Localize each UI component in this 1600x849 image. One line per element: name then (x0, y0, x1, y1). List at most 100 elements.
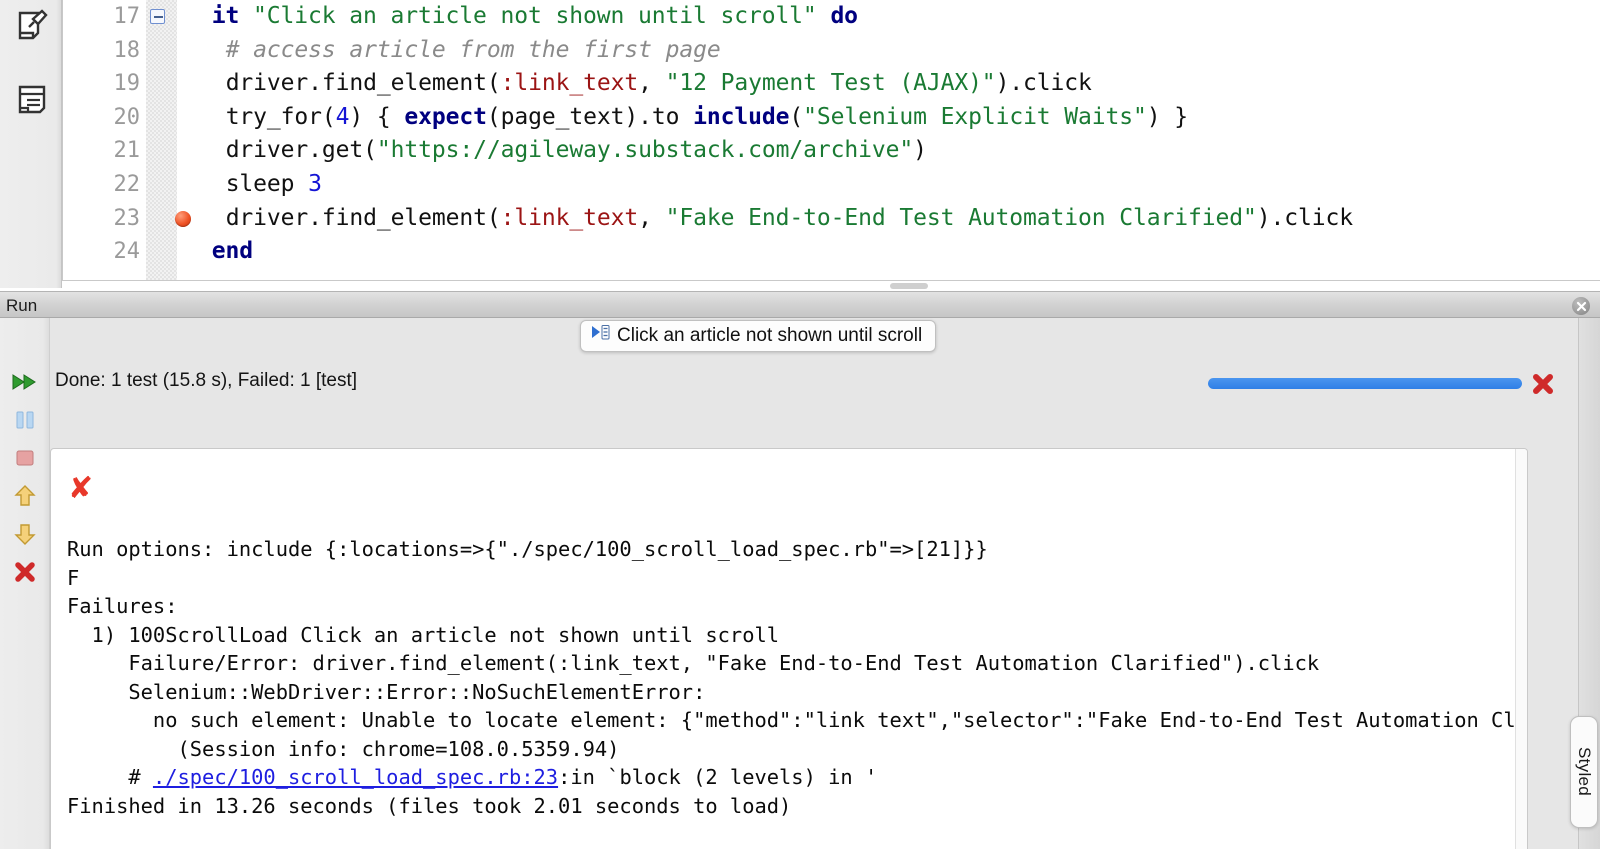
code-line[interactable]: 23 driver.find_element(:link_text, "Fake … (62, 202, 1600, 236)
output-line: (Session info: chrome=108.0.5359.94) (67, 736, 620, 761)
editor-left-toolbar (0, 0, 62, 288)
code-token: do (830, 3, 858, 29)
code-token: "Selenium Explicit Waits" (803, 103, 1147, 130)
styled-tool-tab[interactable]: Styled (1570, 716, 1598, 828)
output-line-prefix: # (67, 765, 153, 789)
output-line: Selenium::WebDriver::Error::NoSuchElemen… (67, 679, 706, 704)
output-vertical-scrollbar[interactable] (1515, 449, 1527, 849)
code-line-text: driver.get("https://agileway.substack.co… (226, 134, 927, 168)
code-token: expect (404, 103, 487, 130)
pause-icon[interactable] (9, 404, 41, 436)
next-failure-icon[interactable] (9, 518, 41, 550)
code-line[interactable]: 24 end (62, 235, 1600, 269)
code-line-text: driver.find_element(:link_text, "Fake En… (226, 202, 1353, 236)
test-output-text: Run options: include {:locations=>{"./sp… (67, 535, 1527, 820)
code-line-text: # access article from the first page (226, 34, 721, 68)
code-token: "Fake End-to-End Test Automation Clarifi… (665, 204, 1257, 231)
code-line[interactable]: 20 try_for(4) { expect(page_text).to incl… (62, 101, 1600, 135)
run-toolbar (0, 318, 50, 849)
editor-bottom-divider (62, 280, 1600, 291)
run-test-icon (591, 324, 610, 347)
code-token: ) (913, 137, 927, 164)
code-token: (page_text).to (486, 103, 694, 130)
code-token: "Click an article not shown until scroll… (253, 3, 817, 29)
code-token: :link_text (500, 70, 639, 97)
code-token: it (211, 3, 240, 29)
run-status-text: Done: 1 test (15.8 s), Failed: 1 [test] (55, 370, 358, 391)
editor-horizontal-scrollbar[interactable] (890, 283, 928, 289)
code-token: sleep (225, 170, 309, 197)
run-panel-titlebar: Run (0, 291, 1600, 318)
run-panel-title: Run (6, 296, 38, 315)
code-token: # access article from the first page (225, 36, 721, 63)
run-progress-fill (1208, 378, 1522, 389)
line-number: 24 (113, 239, 141, 265)
output-line: 1) 100ScrollLoad Click an article not sh… (67, 622, 780, 647)
fold-collapse-icon[interactable] (150, 9, 165, 24)
run-progress-bar (1208, 378, 1522, 389)
code-line-text: end (212, 235, 253, 269)
code-token: ).click (995, 70, 1092, 97)
code-token: 4 (335, 103, 350, 130)
output-line-suffix: :in `block (2 levels) in ' (558, 765, 878, 789)
code-line[interactable]: 22 sleep 3 (62, 168, 1600, 202)
code-token: , (638, 70, 666, 97)
code-editor[interactable]: 17 it "Click an article not shown until s… (62, 0, 1600, 280)
code-token: , (638, 204, 666, 231)
code-token: driver.find_element( (225, 204, 501, 231)
code-token: :link_text (500, 204, 639, 231)
output-line: F (67, 565, 80, 590)
output-line: Failure/Error: driver.find_element(:link… (67, 651, 1320, 675)
code-line[interactable]: 17 it "Click an article not shown until s… (62, 0, 1600, 34)
line-number: 19 (113, 71, 141, 97)
code-token: ).click (1256, 204, 1353, 231)
line-number: 20 (113, 104, 141, 130)
code-token: ( (789, 103, 804, 130)
close-circle-icon[interactable] (1572, 297, 1590, 315)
line-number: 22 (113, 171, 141, 197)
code-token: end (211, 238, 254, 265)
test-output-panel[interactable]: ✘ Run options: include {:locations=>{"./… (50, 448, 1528, 849)
structure-note-icon[interactable] (13, 80, 51, 118)
output-line: Failures: (67, 594, 178, 618)
stop-icon[interactable] (9, 442, 41, 474)
rerun-icon[interactable] (9, 366, 41, 398)
clear-icon[interactable] (9, 556, 41, 588)
code-token: ) { (349, 103, 405, 130)
code-line-text: try_for(4) { expect(page_text).to includ… (226, 101, 1188, 135)
styled-tool-tab-label: Styled (1575, 747, 1594, 797)
code-token: ) } (1146, 103, 1189, 130)
line-number: 17 (113, 4, 141, 29)
pin-note-icon[interactable] (13, 6, 51, 44)
code-line[interactable]: 19 driver.find_element(:link_text, "12 Pa… (62, 67, 1600, 101)
output-line: no such element: Unable to locate elemen… (67, 708, 1528, 732)
code-lines: 17 it "Click an article not shown until s… (62, 0, 1600, 269)
code-line-text: driver.find_element(:link_text, "12 Paym… (226, 67, 1092, 101)
run-config-tooltip: Click an article not shown until scroll (580, 320, 937, 352)
ide-window: 17 it "Click an article not shown until s… (0, 0, 1600, 849)
code-line[interactable]: 18 # access article from the first page (62, 34, 1600, 68)
code-line-text: sleep 3 (226, 168, 322, 202)
code-token: driver.get( (225, 137, 377, 164)
code-token: 3 (308, 170, 322, 197)
code-line-text: it "Click an article not shown until scr… (212, 0, 858, 34)
line-number: 18 (113, 37, 141, 63)
line-number: 23 (113, 205, 141, 231)
output-line: # ./spec/100_scroll_load_spec.rb:23:in `… (67, 763, 1527, 792)
code-token: "12 Payment Test (AJAX)" (665, 70, 996, 97)
output-line: Run options: include {:locations=>{"./sp… (67, 537, 988, 561)
line-number: 21 (113, 138, 141, 164)
stop-run-icon[interactable] (1528, 370, 1558, 398)
code-token: try_for( (225, 103, 336, 130)
code-line[interactable]: 21 driver.get("https://agileway.substack.… (62, 134, 1600, 168)
code-token: include (693, 103, 790, 130)
output-file-link[interactable]: ./spec/100_scroll_load_spec.rb:23 (153, 765, 558, 789)
code-token: "https://agileway.substack.com/archive" (376, 137, 914, 164)
prev-failure-icon[interactable] (9, 480, 41, 512)
run-config-tooltip-label: Click an article not shown until scroll (617, 324, 923, 346)
breakpoint-icon[interactable] (175, 210, 191, 227)
failure-mark-icon: ✘ (68, 471, 94, 506)
code-token: driver.find_element( (225, 70, 501, 97)
